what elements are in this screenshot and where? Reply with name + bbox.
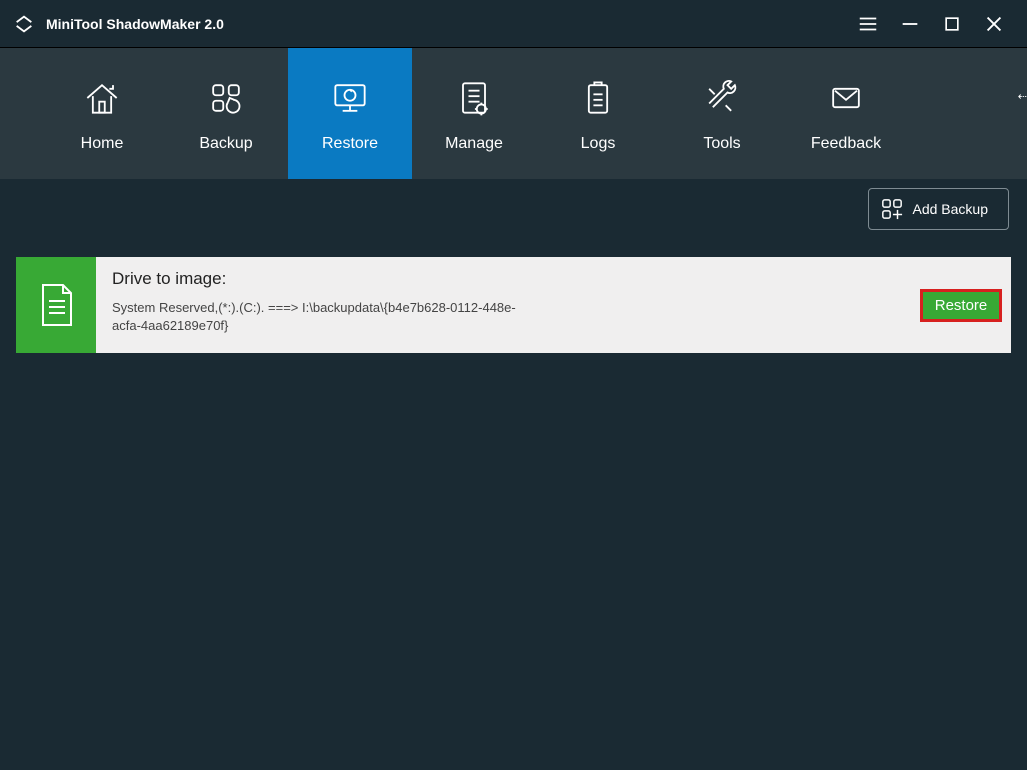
backup-card: Drive to image: System Reserved,(*:).(C:… [16, 257, 1011, 353]
tools-icon [700, 75, 744, 121]
logs-icon [576, 75, 620, 121]
nav-backup-label: Backup [199, 135, 252, 153]
add-backup-icon [881, 198, 903, 220]
nav-tools[interactable]: Tools [660, 48, 784, 179]
backup-card-title: Drive to image: [112, 269, 895, 289]
close-button[interactable] [973, 0, 1015, 48]
maximize-button[interactable] [931, 0, 973, 48]
add-backup-button[interactable]: Add Backup [868, 188, 1010, 230]
nav-home[interactable]: Home [40, 48, 164, 179]
backup-card-icon-area [16, 257, 96, 353]
restore-button[interactable]: Restore [920, 289, 1003, 322]
document-icon [35, 281, 77, 329]
manage-icon [452, 75, 496, 121]
restore-icon [328, 75, 372, 121]
close-icon [983, 13, 1005, 35]
nav-backup[interactable]: Backup [164, 48, 288, 179]
toolbar: Add Backup [0, 179, 1027, 239]
nav-logs-label: Logs [581, 135, 616, 153]
nav-feedback[interactable]: Feedback [784, 48, 908, 179]
feedback-icon [824, 75, 868, 121]
hamburger-icon [857, 13, 879, 35]
menu-button[interactable] [847, 0, 889, 48]
minimize-icon [899, 13, 921, 35]
app-title: MiniTool ShadowMaker 2.0 [46, 16, 224, 32]
nav-tools-label: Tools [703, 135, 740, 153]
nav-feedback-label: Feedback [811, 135, 881, 153]
nav-logs[interactable]: Logs [536, 48, 660, 179]
nav-manage-label: Manage [445, 135, 503, 153]
nav-restore[interactable]: Restore [288, 48, 412, 179]
nav-home-label: Home [81, 135, 124, 153]
backup-icon [204, 75, 248, 121]
add-backup-label: Add Backup [913, 201, 989, 217]
right-edge-arrow-icon: ⇠ [1018, 90, 1027, 103]
nav-restore-label: Restore [322, 135, 378, 153]
backup-card-action-area: Restore [911, 257, 1011, 353]
backup-card-detail: System Reserved,(*:).(C:). ===> I:\backu… [112, 299, 532, 334]
maximize-icon [942, 14, 962, 34]
minimize-button[interactable] [889, 0, 931, 48]
app-logo-icon [12, 12, 36, 36]
home-icon [80, 75, 124, 121]
main-nav: Home Backup Restore Manage Logs Tools [0, 48, 1027, 179]
nav-manage[interactable]: Manage [412, 48, 536, 179]
backup-card-body: Drive to image: System Reserved,(*:).(C:… [96, 257, 911, 353]
title-bar: MiniTool ShadowMaker 2.0 [0, 0, 1027, 48]
